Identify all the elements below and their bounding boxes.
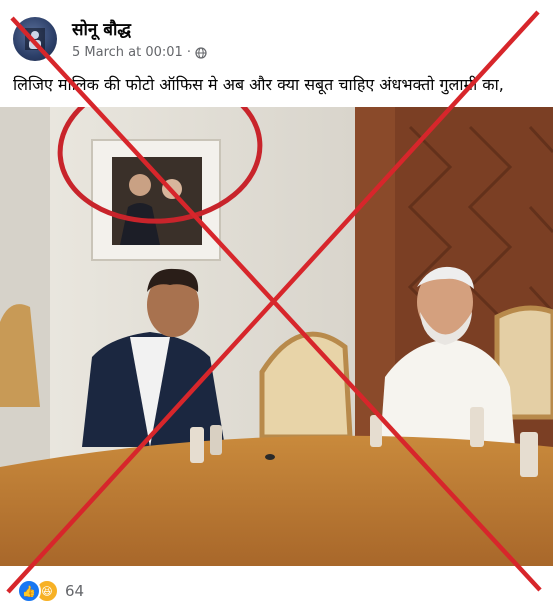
avatar[interactable] [13, 17, 57, 61]
framed-face-right [162, 179, 182, 199]
globe-icon[interactable] [195, 46, 207, 59]
bottle-left [210, 425, 222, 455]
author-name[interactable]: सोनू बौद्ध [72, 17, 131, 40]
bottle-right [520, 432, 538, 477]
glass-left [190, 427, 204, 463]
separator-dot: · [186, 45, 191, 60]
conference-table [0, 435, 553, 566]
profile-picture-icon [25, 28, 45, 50]
meeting-photo [0, 107, 553, 566]
framed-face-left [129, 174, 151, 196]
reaction-count[interactable]: 64 [65, 582, 84, 600]
post-caption: लिजिए मालिक की फोटो ऑफिस मे अब और क्या स… [13, 75, 504, 94]
glass-center [370, 415, 382, 447]
post-meta: 5 March at 00:01 · [72, 45, 207, 60]
like-icon[interactable]: 👍 [17, 579, 41, 603]
glass-right [470, 407, 484, 447]
post-photo[interactable] [0, 107, 553, 566]
facebook-post: सोनू बौद्ध 5 March at 00:01 · लिजिए मालि… [0, 0, 553, 603]
microphone [265, 454, 275, 460]
post-timestamp[interactable]: 5 March at 00:01 [72, 45, 183, 60]
reactions-bar[interactable]: 👍 😆 64 [17, 579, 84, 603]
